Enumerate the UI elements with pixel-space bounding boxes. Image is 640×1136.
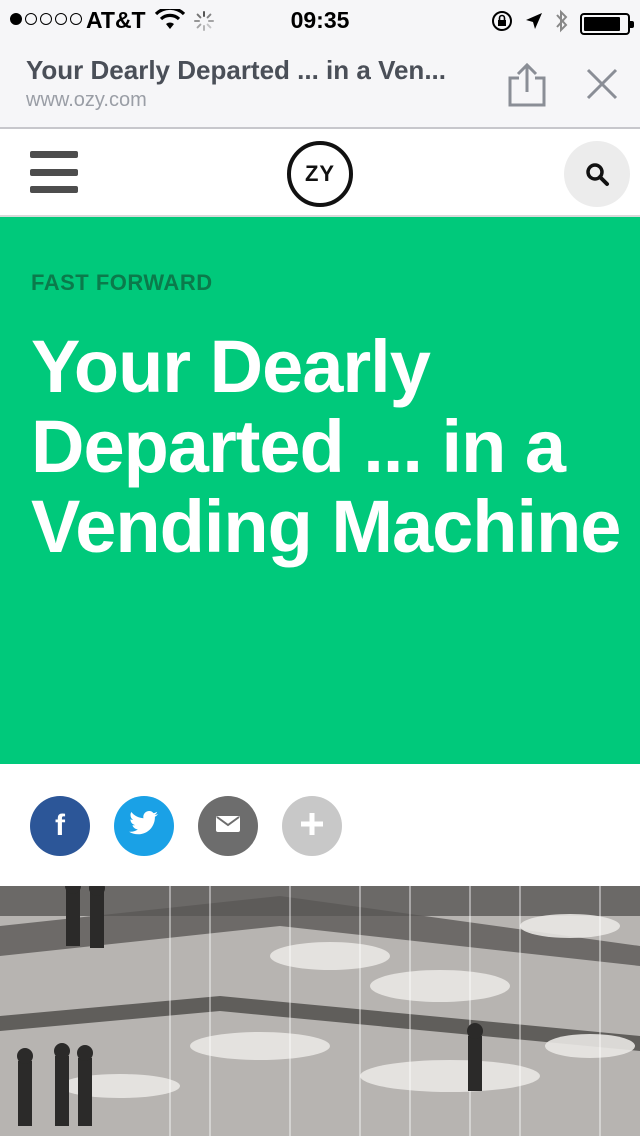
envelope-icon [215, 815, 241, 838]
twitter-bird-icon [129, 810, 159, 842]
browser-address-bar[interactable]: Your Dearly Departed ... in a Ven... www… [0, 40, 640, 129]
article-image [0, 886, 640, 1136]
menu-icon[interactable] [30, 151, 78, 193]
search-icon[interactable] [564, 141, 630, 207]
plus-icon [299, 811, 325, 842]
twitter-share-button[interactable] [114, 796, 174, 856]
status-bar: AT&T 09:35 [0, 0, 640, 40]
bluetooth-icon [554, 8, 570, 40]
close-icon[interactable] [584, 66, 620, 102]
browser-domain[interactable]: www.ozy.com [26, 89, 147, 112]
location-arrow-icon [524, 11, 544, 37]
browser-page-title[interactable]: Your Dearly Departed ... in a Ven... [26, 55, 446, 86]
battery-icon [580, 13, 634, 35]
article-hero: FAST FORWARD Your Dearly Departed ... in… [0, 217, 640, 764]
facebook-share-button[interactable]: f [30, 796, 90, 856]
section-label[interactable]: FAST FORWARD [31, 270, 213, 296]
email-share-button[interactable] [198, 796, 258, 856]
rotation-lock-icon [490, 9, 514, 39]
site-header: ZY [0, 131, 640, 217]
more-share-button[interactable] [282, 796, 342, 856]
article-headline: Your Dearly Departed ... in a Vending Ma… [31, 325, 621, 568]
share-row: f [0, 764, 640, 886]
share-icon[interactable] [506, 62, 548, 108]
ozy-logo[interactable]: ZY [287, 141, 353, 207]
facebook-icon: f [55, 809, 65, 842]
